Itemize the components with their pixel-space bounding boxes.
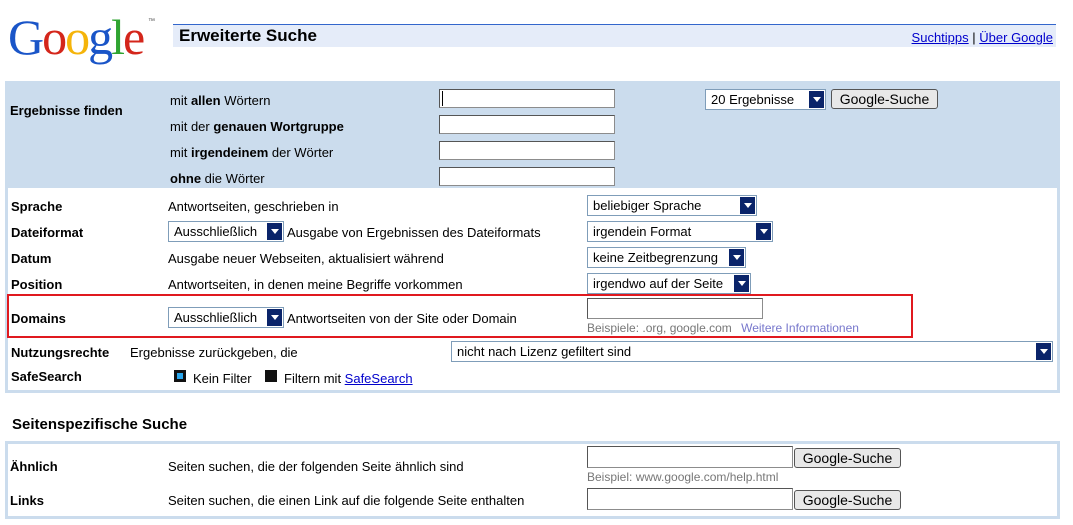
- date-label: Datum: [11, 251, 52, 266]
- logo-letter-l: l: [111, 9, 125, 65]
- similar-example: Beispiel: www.google.com/help.html: [587, 470, 779, 484]
- all-words-label: mit allen Wörtern: [170, 93, 271, 108]
- domains-mode-select[interactable]: Ausschließlich: [168, 307, 284, 328]
- fileformat-label: Dateiformat: [11, 225, 84, 240]
- date-select-value: keine Zeitbegrenzung: [593, 250, 719, 265]
- chevron-down-icon[interactable]: [267, 309, 282, 326]
- position-label: Position: [11, 277, 63, 292]
- fileformat-mode-select[interactable]: Ausschließlich: [168, 221, 284, 242]
- page-title: Erweiterte Suche: [179, 26, 317, 45]
- links-url-input[interactable]: [587, 488, 793, 510]
- exact-phrase-input[interactable]: [439, 115, 615, 134]
- chevron-down-icon[interactable]: [734, 275, 749, 292]
- about-google-link[interactable]: Über Google: [979, 30, 1053, 45]
- logo-letter-g2: g: [88, 9, 113, 65]
- results-count-value: 20 Ergebnisse: [711, 92, 795, 107]
- safesearch-filter-label: Filtern mit SafeSearch: [284, 371, 413, 386]
- date-desc: Ausgabe neuer Webseiten, aktualisiert wä…: [168, 251, 444, 266]
- fileformat-desc: Ausgabe von Ergebnissen des Dateiformats: [287, 225, 541, 240]
- search-tips-link[interactable]: Suchtipps: [912, 30, 969, 45]
- usage-rights-select[interactable]: nicht nach Lizenz gefiltert sind: [451, 341, 1053, 362]
- exact-phrase-label: mit der genauen Wortgruppe: [170, 119, 344, 134]
- find-results-label: Ergebnisse finden: [10, 103, 123, 118]
- google-logo[interactable]: Google: [8, 8, 145, 66]
- safesearch-filter-radio[interactable]: [265, 370, 277, 382]
- language-desc: Antwortseiten, geschrieben in: [168, 199, 339, 214]
- fileformat-mode-value: Ausschließlich: [174, 224, 258, 239]
- similar-label: Ähnlich: [10, 459, 58, 474]
- domains-mode-value: Ausschließlich: [174, 310, 258, 325]
- without-words-input[interactable]: [439, 167, 615, 186]
- chevron-down-icon[interactable]: [809, 91, 824, 108]
- position-desc: Antwortseiten, in denen meine Begriffe v…: [168, 277, 463, 292]
- logo-letter-o2: o: [65, 9, 90, 65]
- site-search-title: Seitenspezifische Suche: [12, 416, 188, 433]
- any-words-label: mit irgendeinem der Wörter: [170, 145, 334, 160]
- chevron-down-icon[interactable]: [740, 197, 755, 214]
- logo-letter-g: G: [8, 9, 44, 65]
- usage-rights-label: Nutzungsrechte: [11, 345, 110, 360]
- no-filter-label: Kein Filter: [193, 371, 252, 386]
- position-select-value: irgendwo auf der Seite: [593, 276, 724, 291]
- similar-search-button[interactable]: Google-Suche: [794, 448, 901, 468]
- similar-desc: Seiten suchen, die der folgenden Seite ä…: [168, 459, 464, 474]
- language-select[interactable]: beliebiger Sprache: [587, 195, 757, 216]
- links-desc: Seiten suchen, die einen Link auf die fo…: [168, 493, 525, 508]
- site-search-box: [5, 441, 1060, 519]
- usage-rights-select-value: nicht nach Lizenz gefiltert sind: [457, 344, 632, 359]
- chevron-down-icon[interactable]: [756, 223, 771, 240]
- all-words-input[interactable]: [439, 89, 615, 108]
- date-select[interactable]: keine Zeitbegrenzung: [587, 247, 746, 268]
- domains-label: Domains: [11, 311, 66, 326]
- domains-input[interactable]: [587, 298, 763, 319]
- header-links: Suchtipps | Über Google: [912, 30, 1053, 45]
- position-select[interactable]: irgendwo auf der Seite: [587, 273, 751, 294]
- safesearch-link[interactable]: SafeSearch: [345, 371, 413, 386]
- google-search-button[interactable]: Google-Suche: [831, 89, 938, 109]
- logo-letter-o1: o: [42, 9, 67, 65]
- similar-url-input[interactable]: [587, 446, 793, 468]
- logo-trademark: ™: [148, 18, 155, 25]
- results-count-select[interactable]: 20 Ergebnisse: [705, 89, 826, 110]
- usage-rights-desc: Ergebnisse zurückgeben, die: [130, 345, 298, 360]
- chevron-down-icon[interactable]: [267, 223, 282, 240]
- without-words-label: ohne die Wörter: [170, 171, 265, 186]
- language-label: Sprache: [11, 199, 63, 214]
- header-link-separator: |: [972, 30, 976, 45]
- text-cursor: [442, 91, 443, 106]
- fileformat-select-value: irgendein Format: [593, 224, 692, 239]
- safesearch-label: SafeSearch: [11, 369, 82, 384]
- logo-letter-e: e: [123, 9, 145, 65]
- any-words-input[interactable]: [439, 141, 615, 160]
- no-filter-radio[interactable]: [174, 370, 186, 382]
- links-search-button[interactable]: Google-Suche: [794, 490, 901, 510]
- language-select-value: beliebiger Sprache: [593, 198, 702, 213]
- chevron-down-icon[interactable]: [729, 249, 744, 266]
- domains-example-text: Beispiele: .org, google.com: [587, 321, 732, 335]
- fileformat-select[interactable]: irgendein Format: [587, 221, 773, 242]
- safesearch-filter-text: Filtern mit: [284, 371, 345, 386]
- domains-desc: Antwortseiten von der Site oder Domain: [287, 311, 517, 326]
- chevron-down-icon[interactable]: [1036, 343, 1051, 360]
- links-label: Links: [10, 493, 44, 508]
- domains-example: Beispiele: .org, google.com Weitere Info…: [587, 321, 859, 335]
- more-info-link[interactable]: Weitere Informationen: [741, 321, 859, 335]
